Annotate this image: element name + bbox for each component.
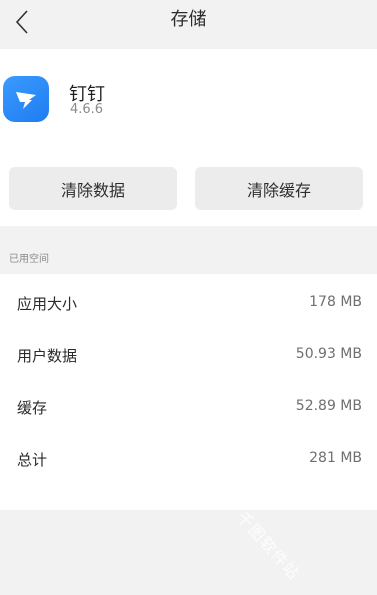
storage-list: 应用大小 178 MB 用户数据 50.93 MB 缓存 52.89 MB 总计…: [0, 274, 377, 510]
storage-row-label: 应用大小: [17, 295, 78, 313]
clear-cache-button[interactable]: 清除缓存: [195, 167, 363, 210]
storage-row-label: 缓存: [17, 399, 48, 417]
dingtalk-app-icon: [3, 76, 49, 122]
storage-row-cache: 缓存 52.89 MB: [0, 382, 377, 432]
dingtalk-logo-icon: [16, 92, 36, 109]
clear-data-button[interactable]: 清除数据: [9, 167, 177, 210]
storage-row-value: 178 MB: [309, 294, 362, 310]
storage-row-user-data: 用户数据 50.93 MB: [0, 330, 377, 380]
storage-row-value: 50.93 MB: [295, 346, 362, 362]
app-version: 4.6.6: [70, 102, 104, 117]
storage-row-total: 总计 281 MB: [0, 434, 377, 484]
storage-row-app-size: 应用大小 178 MB: [0, 278, 377, 328]
storage-row-value: 52.89 MB: [295, 398, 362, 414]
page-title: 存储: [170, 9, 207, 30]
app-info-card: 钉钉 4.6.6 清除数据 清除缓存: [0, 49, 377, 226]
storage-row-label: 总计: [17, 451, 48, 469]
storage-row-label: 用户数据: [17, 347, 78, 365]
storage-row-value: 281 MB: [309, 450, 362, 466]
top-bar: 存储: [0, 0, 377, 46]
used-space-section-label: 已用空间: [9, 254, 49, 265]
watermark: 千图软件站: [232, 507, 304, 584]
